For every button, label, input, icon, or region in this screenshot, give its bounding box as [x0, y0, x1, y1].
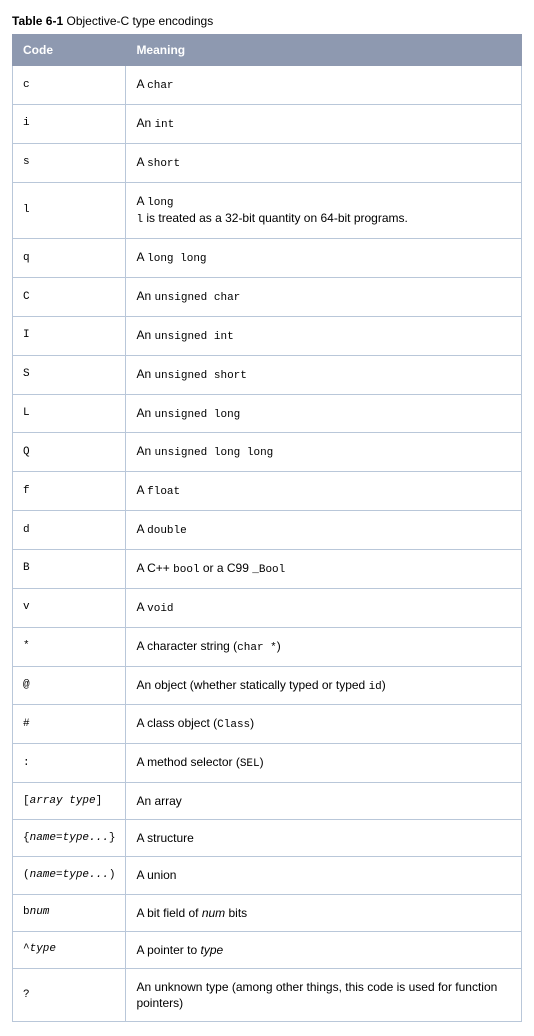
code-cell: v	[13, 588, 126, 627]
table-row: LAn unsigned long	[13, 394, 522, 433]
table-row: :A method selector (SEL)	[13, 744, 522, 783]
meaning-cell: A longl is treated as a 32-bit quantity …	[126, 182, 522, 239]
table-row: sA short	[13, 143, 522, 182]
meaning-cell: A float	[126, 472, 522, 511]
code-cell: f	[13, 472, 126, 511]
meaning-cell: A void	[126, 588, 522, 627]
table-row: (name=type...)A union	[13, 857, 522, 894]
meaning-cell: A method selector (SEL)	[126, 744, 522, 783]
meaning-cell: An array	[126, 783, 522, 820]
meaning-cell: A character string (char *)	[126, 627, 522, 666]
meaning-cell: An unsigned int	[126, 316, 522, 355]
code-cell: i	[13, 104, 126, 143]
table-row: dA double	[13, 511, 522, 550]
table-row: cA char	[13, 66, 522, 105]
meaning-cell: An unsigned long	[126, 394, 522, 433]
code-cell: B	[13, 549, 126, 588]
meaning-cell: A C++ bool or a C99 _Bool	[126, 549, 522, 588]
code-cell: s	[13, 143, 126, 182]
table-row: [array type]An array	[13, 783, 522, 820]
code-cell: (name=type...)	[13, 857, 126, 894]
table-title-text: Objective-C type encodings	[66, 14, 213, 28]
meaning-cell: An unsigned short	[126, 355, 522, 394]
table-row: {name=type...}A structure	[13, 820, 522, 857]
table-header-row: Code Meaning	[13, 35, 522, 66]
table-caption: Table 6-1 Objective-C type encodings	[12, 14, 522, 28]
table-row: vA void	[13, 588, 522, 627]
code-cell: :	[13, 744, 126, 783]
table-row: #A class object (Class)	[13, 705, 522, 744]
meaning-cell: An unsigned char	[126, 278, 522, 317]
table-row: iAn int	[13, 104, 522, 143]
table-row: ?An unknown type (among other things, th…	[13, 968, 522, 1021]
meaning-cell: A class object (Class)	[126, 705, 522, 744]
table-row: ^typeA pointer to type	[13, 931, 522, 968]
code-cell: bnum	[13, 894, 126, 931]
code-cell: @	[13, 666, 126, 705]
code-cell: #	[13, 705, 126, 744]
table-row: BA C++ bool or a C99 _Bool	[13, 549, 522, 588]
code-cell: l	[13, 182, 126, 239]
meaning-cell: A union	[126, 857, 522, 894]
meaning-cell: A double	[126, 511, 522, 550]
code-cell: L	[13, 394, 126, 433]
code-cell: S	[13, 355, 126, 394]
meaning-cell: A pointer to type	[126, 931, 522, 968]
table-number: Table 6-1	[12, 14, 63, 28]
table-row: qA long long	[13, 239, 522, 278]
code-cell: d	[13, 511, 126, 550]
table-row: CAn unsigned char	[13, 278, 522, 317]
table-row: QAn unsigned long long	[13, 433, 522, 472]
table-row: SAn unsigned short	[13, 355, 522, 394]
code-cell: *	[13, 627, 126, 666]
table-row: bnumA bit field of num bits	[13, 894, 522, 931]
header-meaning: Meaning	[126, 35, 522, 66]
meaning-cell: An object (whether statically typed or t…	[126, 666, 522, 705]
meaning-cell: An unknown type (among other things, thi…	[126, 968, 522, 1021]
table-row: fA float	[13, 472, 522, 511]
table-body: cA chariAn intsA shortlA longl is treate…	[13, 66, 522, 1022]
code-cell: c	[13, 66, 126, 105]
table-row: @An object (whether statically typed or …	[13, 666, 522, 705]
table-row: lA longl is treated as a 32-bit quantity…	[13, 182, 522, 239]
code-cell: [array type]	[13, 783, 126, 820]
meaning-cell: A long long	[126, 239, 522, 278]
header-code: Code	[13, 35, 126, 66]
table-row: *A character string (char *)	[13, 627, 522, 666]
table-row: IAn unsigned int	[13, 316, 522, 355]
code-cell: I	[13, 316, 126, 355]
meaning-cell: A char	[126, 66, 522, 105]
meaning-cell: An unsigned long long	[126, 433, 522, 472]
meaning-cell: A bit field of num bits	[126, 894, 522, 931]
code-cell: C	[13, 278, 126, 317]
meaning-cell: A structure	[126, 820, 522, 857]
code-cell: ^type	[13, 931, 126, 968]
code-cell: {name=type...}	[13, 820, 126, 857]
meaning-cell: A short	[126, 143, 522, 182]
code-cell: Q	[13, 433, 126, 472]
code-cell: q	[13, 239, 126, 278]
meaning-cell: An int	[126, 104, 522, 143]
code-cell: ?	[13, 968, 126, 1021]
encodings-table: Code Meaning cA chariAn intsA shortlA lo…	[12, 34, 522, 1022]
